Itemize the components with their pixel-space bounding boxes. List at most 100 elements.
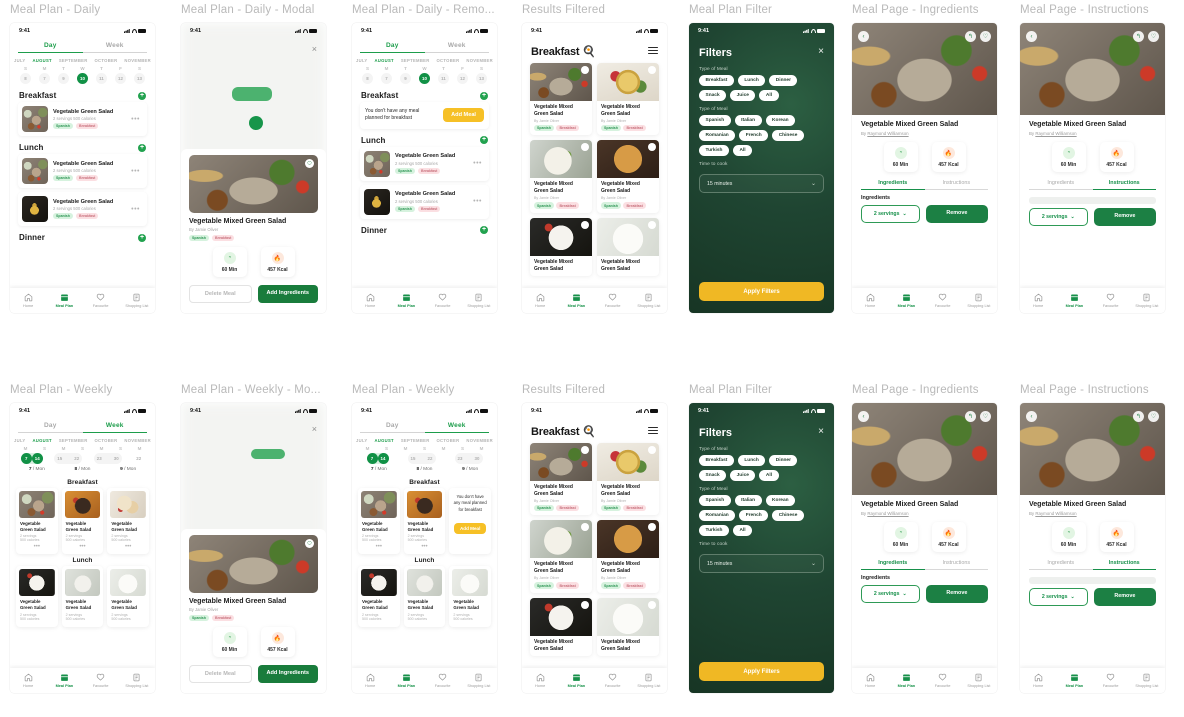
- month-july[interactable]: JULY: [14, 438, 26, 443]
- day-cell[interactable]: 12: [115, 73, 126, 84]
- close-icon[interactable]: ×: [312, 45, 317, 54]
- chip-lunch[interactable]: Lunch: [737, 455, 766, 466]
- favourite-icon[interactable]: ♡: [1148, 31, 1159, 42]
- add-meal-button[interactable]: Add Meal: [443, 108, 484, 123]
- month-november[interactable]: NOVEMBER: [124, 438, 151, 443]
- chip-juice[interactable]: Juice: [730, 470, 756, 481]
- add-lunch-button[interactable]: +: [480, 136, 488, 144]
- hamburger-icon[interactable]: [648, 46, 658, 57]
- result-card[interactable]: Vegetable Mixed Green Salad: [597, 217, 659, 277]
- nav-meal-plan[interactable]: Meal Plan: [46, 293, 82, 308]
- month-august[interactable]: AUGUST: [32, 438, 51, 443]
- favourite-icon[interactable]: [648, 220, 656, 229]
- meal-more-button[interactable]: •••: [131, 116, 143, 123]
- weekly-meal-card[interactable]: Vegetable Green Salad 2 servings 500 cal…: [107, 488, 149, 555]
- weekly-meal-card[interactable]: Vegetable Green Salad 2 servings 500 cal…: [16, 566, 58, 627]
- range-start[interactable]: 22: [133, 453, 144, 464]
- add-lunch-button[interactable]: +: [138, 143, 146, 152]
- meal-more-button[interactable]: •••: [473, 198, 485, 205]
- tab-instructions[interactable]: Instructions: [1092, 560, 1156, 570]
- share-icon[interactable]: ↰: [965, 31, 976, 42]
- month-july[interactable]: JULY: [356, 58, 368, 63]
- nav-meal-plan[interactable]: Meal Plan: [888, 673, 924, 688]
- nav-favourite[interactable]: Favourite: [425, 293, 461, 308]
- nav-favourite[interactable]: Favourite: [425, 673, 461, 688]
- add-meal-button[interactable]: Add Meal: [453, 522, 487, 534]
- add-ingredients-button[interactable]: Add Ingredients: [257, 665, 318, 683]
- month-october[interactable]: OCTOBER: [95, 58, 118, 63]
- nav-meal-plan[interactable]: Meal Plan: [558, 673, 594, 688]
- day-cell[interactable]: 8: [20, 73, 31, 84]
- nav-home[interactable]: Home: [1020, 293, 1056, 308]
- favourite-icon[interactable]: ♡: [980, 411, 991, 422]
- result-card[interactable]: Vegetable Mixed Green Salad By Jamie Oli…: [530, 520, 592, 593]
- tab-instructions[interactable]: Instructions: [924, 560, 988, 570]
- chip-breakfast[interactable]: Breakfast: [699, 455, 734, 466]
- add-dinner-button[interactable]: +: [138, 233, 146, 242]
- tab-instructions[interactable]: Instructions: [924, 180, 988, 190]
- chip-french[interactable]: French: [739, 130, 769, 141]
- favourite-icon[interactable]: [581, 220, 589, 229]
- nav-home[interactable]: Home: [352, 673, 388, 688]
- chip-italian[interactable]: Italian: [734, 495, 762, 506]
- nav-shopping-list[interactable]: Shopping List: [961, 293, 997, 308]
- meal-card[interactable]: Vegetable Green Salad 2 servings 500 cal…: [360, 146, 489, 181]
- add-breakfast-button[interactable]: +: [480, 91, 488, 100]
- chip-turkish[interactable]: Turkish: [699, 145, 729, 156]
- servings-stepper[interactable]: 2 servings ⌄: [1029, 588, 1088, 606]
- nav-favourite[interactable]: Favourite: [83, 673, 119, 688]
- author-name[interactable]: Raymond Williamson: [1035, 131, 1076, 136]
- tab-instructions[interactable]: Instructions: [1092, 180, 1156, 190]
- chip-french[interactable]: French: [739, 510, 769, 521]
- chip-breakfast[interactable]: Breakfast: [699, 75, 734, 86]
- day-cell[interactable]: 9: [400, 73, 411, 84]
- day-cell[interactable]: 11: [438, 73, 449, 84]
- nav-favourite[interactable]: Favourite: [1093, 293, 1129, 308]
- nav-meal-plan[interactable]: Meal Plan: [388, 673, 424, 688]
- favourite-icon[interactable]: [581, 446, 589, 454]
- day-cell[interactable]: 11: [96, 73, 107, 84]
- remove-button[interactable]: Remove: [925, 205, 988, 223]
- result-card[interactable]: Vegetable Mixed Green Salad By Jamie Oli…: [597, 443, 659, 516]
- nav-home[interactable]: Home: [852, 293, 888, 308]
- month-august[interactable]: AUGUST: [32, 58, 51, 63]
- nav-meal-plan[interactable]: Meal Plan: [888, 293, 924, 308]
- back-icon[interactable]: ‹: [1026, 411, 1037, 422]
- chip-all-meal-types[interactable]: All: [759, 90, 779, 101]
- nav-home[interactable]: Home: [352, 293, 388, 308]
- week-range[interactable]: 23 30: [93, 453, 122, 464]
- result-card[interactable]: Vegetable Mixed Green Salad: [597, 597, 659, 657]
- day-cell-selected[interactable]: 10: [419, 73, 430, 84]
- weekly-meal-card[interactable]: Vegetable Green Salad 2 servings 500 cal…: [403, 566, 446, 627]
- month-september[interactable]: SEPTEMBER: [59, 438, 88, 443]
- chip-chinese[interactable]: Chinese: [772, 510, 804, 521]
- month-august[interactable]: AUGUST: [374, 58, 393, 63]
- nav-home[interactable]: Home: [10, 673, 46, 688]
- tab-ingredients[interactable]: Ingredients: [861, 180, 925, 190]
- tab-ingredients[interactable]: Ingredients: [861, 560, 925, 570]
- month-august[interactable]: AUGUST: [374, 438, 393, 443]
- day-cell[interactable]: 7: [381, 73, 392, 84]
- day-cell[interactable]: 8: [362, 73, 373, 84]
- author-name[interactable]: Raymond Williamson: [867, 511, 908, 516]
- meal-more-button[interactable]: •••: [473, 160, 485, 167]
- apply-filters-button[interactable]: Apply Filters: [699, 282, 824, 301]
- weekly-meal-card[interactable]: Vegetable Green Salad 2 servings 500 cal…: [358, 488, 400, 555]
- nav-home[interactable]: Home: [522, 673, 558, 688]
- month-september[interactable]: SEPTEMBER: [401, 438, 430, 443]
- tab-week[interactable]: Week: [82, 422, 147, 433]
- share-icon[interactable]: ↰: [965, 411, 976, 422]
- day-cell[interactable]: 13: [134, 73, 145, 84]
- share-icon[interactable]: ↰: [1133, 411, 1144, 422]
- close-icon[interactable]: ×: [312, 425, 317, 434]
- add-breakfast-button[interactable]: +: [138, 91, 146, 100]
- nav-home[interactable]: Home: [852, 673, 888, 688]
- author-name[interactable]: Raymond Williamson: [1035, 511, 1076, 516]
- tab-week[interactable]: Week: [424, 422, 489, 433]
- favourite-icon[interactable]: [581, 143, 589, 152]
- month-september[interactable]: SEPTEMBER: [401, 58, 430, 63]
- tab-day[interactable]: Day: [18, 42, 83, 53]
- weekly-meal-card[interactable]: Vegetable Green Salad 2 servings 500 cal…: [358, 566, 400, 627]
- month-july[interactable]: JULY: [356, 438, 368, 443]
- favourite-icon[interactable]: [648, 143, 656, 152]
